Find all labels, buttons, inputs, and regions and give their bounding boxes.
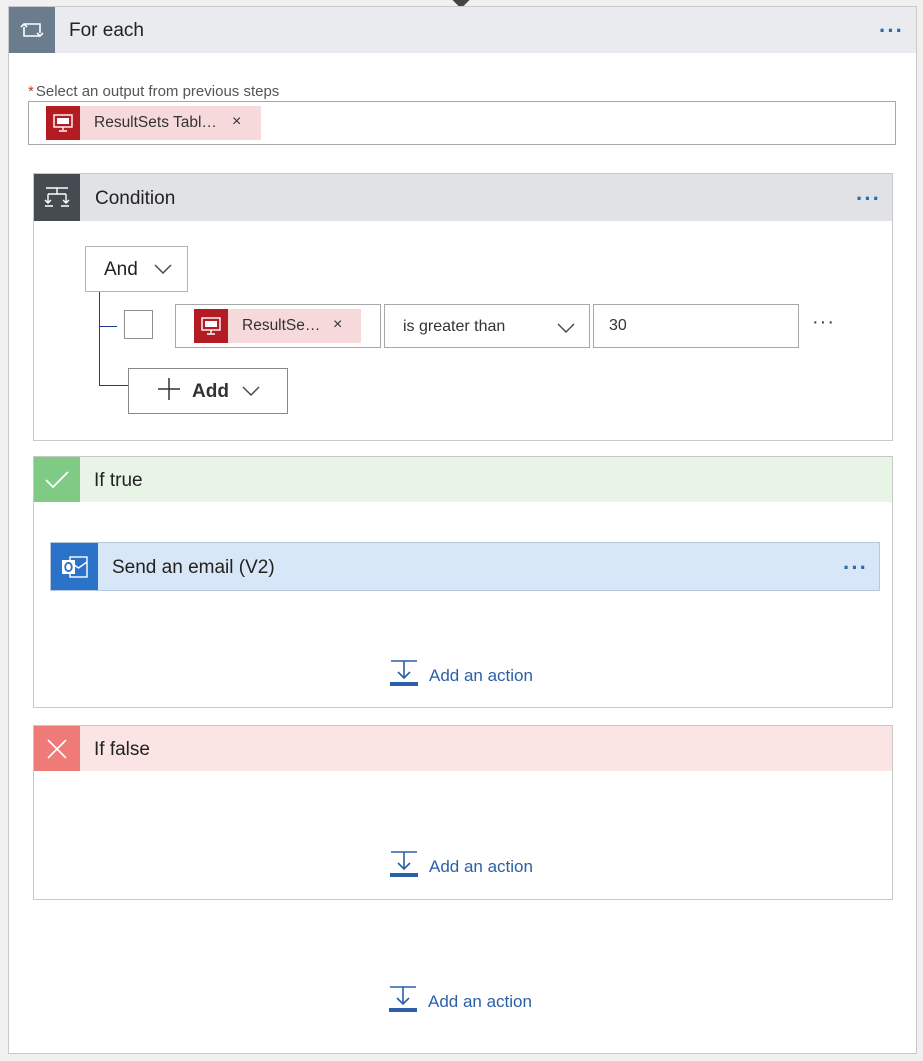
required-marker: * bbox=[28, 83, 34, 100]
condition-operand-input[interactable]: ResultSe… × bbox=[175, 304, 381, 348]
tree-connector bbox=[99, 292, 100, 386]
if-false-title: If false bbox=[94, 739, 150, 760]
if-true-header[interactable]: If true bbox=[34, 457, 892, 502]
remove-token-button[interactable]: × bbox=[333, 316, 342, 334]
add-action-label: Add an action bbox=[428, 991, 532, 1011]
add-action-icon bbox=[389, 659, 419, 692]
sql-server-icon bbox=[194, 309, 228, 343]
add-action-button-false[interactable]: Add an action bbox=[389, 850, 533, 883]
operand-token-label: ResultSe… bbox=[242, 317, 321, 334]
send-email-title: Send an email (V2) bbox=[112, 557, 275, 578]
chevron-down-icon bbox=[154, 261, 172, 279]
foreach-header[interactable]: For each ··· bbox=[9, 7, 916, 53]
output-token-label: ResultSets Tabl… bbox=[94, 114, 217, 131]
if-false-header[interactable]: If false bbox=[34, 726, 892, 771]
add-action-button-true[interactable]: Add an action bbox=[389, 659, 533, 692]
add-action-icon bbox=[389, 850, 419, 883]
loop-icon bbox=[9, 7, 55, 53]
outlook-icon bbox=[51, 543, 98, 590]
operator-label: is greater than bbox=[403, 318, 506, 335]
group-operator-dropdown[interactable]: And bbox=[85, 246, 188, 292]
plus-icon bbox=[157, 377, 181, 406]
chevron-down-icon bbox=[242, 383, 260, 401]
add-action-label: Add an action bbox=[429, 856, 533, 876]
output-field-label: * Select an output from previous steps bbox=[28, 83, 279, 100]
output-field-label-text: Select an output from previous steps bbox=[35, 83, 280, 100]
sql-server-icon bbox=[46, 106, 80, 140]
if-true-branch: If true Send an email (V2) ··· Add an ac… bbox=[33, 456, 893, 708]
checkmark-icon bbox=[34, 457, 80, 502]
condition-card: Condition ··· And ResultSe… × is greater… bbox=[33, 173, 893, 441]
row-more-menu[interactable]: ··· bbox=[812, 312, 835, 332]
if-true-title: If true bbox=[94, 470, 143, 491]
condition-header[interactable]: Condition ··· bbox=[34, 174, 892, 221]
group-operator-label: And bbox=[104, 259, 138, 280]
add-action-button-foreach[interactable]: Add an action bbox=[388, 985, 532, 1018]
condition-value: 30 bbox=[609, 317, 627, 334]
condition-title: Condition bbox=[95, 188, 176, 209]
send-email-more-menu[interactable]: ··· bbox=[843, 557, 868, 579]
chevron-down-icon bbox=[557, 320, 575, 338]
output-token[interactable]: ResultSets Tabl… × bbox=[46, 106, 261, 140]
add-condition-label: Add bbox=[192, 381, 229, 402]
row-select-checkbox[interactable] bbox=[124, 310, 153, 339]
condition-value-input[interactable]: 30 bbox=[593, 304, 799, 348]
condition-icon bbox=[34, 174, 80, 221]
condition-operator-dropdown[interactable]: is greater than bbox=[384, 304, 590, 348]
foreach-card: For each ··· * Select an output from prev… bbox=[8, 6, 917, 1054]
foreach-title: For each bbox=[69, 20, 144, 41]
operand-token[interactable]: ResultSe… × bbox=[194, 309, 361, 343]
add-action-label: Add an action bbox=[429, 665, 533, 685]
add-condition-button[interactable]: Add bbox=[128, 368, 288, 414]
send-email-action-card[interactable]: Send an email (V2) ··· bbox=[50, 542, 880, 591]
tree-connector-row bbox=[99, 326, 117, 327]
remove-token-button[interactable]: × bbox=[232, 113, 241, 131]
foreach-more-menu[interactable]: ··· bbox=[879, 20, 904, 42]
add-action-icon bbox=[388, 985, 418, 1018]
condition-more-menu[interactable]: ··· bbox=[856, 188, 881, 210]
tree-connector-add bbox=[99, 385, 129, 386]
close-icon bbox=[34, 726, 80, 771]
if-false-branch: If false Add an action bbox=[33, 725, 893, 900]
output-input[interactable]: ResultSets Tabl… × bbox=[28, 101, 896, 145]
